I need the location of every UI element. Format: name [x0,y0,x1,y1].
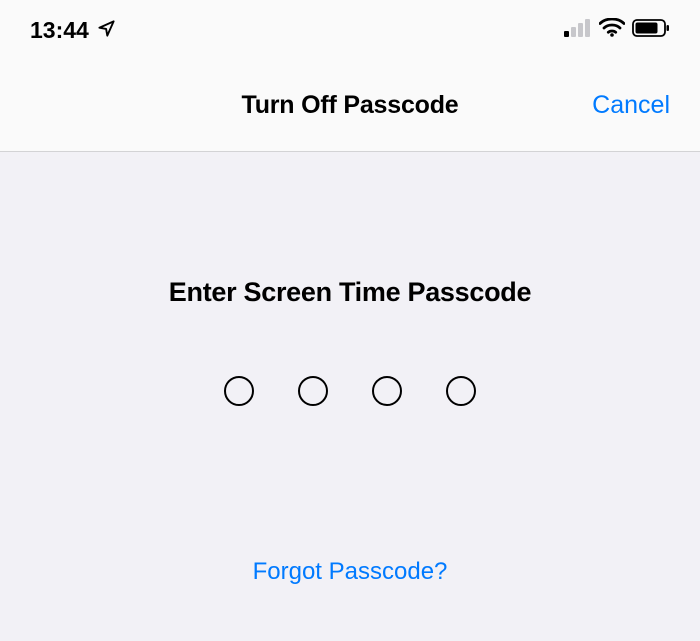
cancel-button[interactable]: Cancel [592,91,670,120]
page-title: Turn Off Passcode [241,91,458,120]
battery-icon [632,19,670,42]
status-time: 13:44 [30,17,89,44]
passcode-dot-3 [372,376,402,406]
passcode-dots[interactable] [0,376,700,406]
signal-icon [564,19,592,42]
status-bar: 13:44 [0,0,700,60]
passcode-dot-4 [446,376,476,406]
forgot-passcode-button[interactable]: Forgot Passcode? [253,558,448,586]
wifi-icon [599,18,625,42]
status-right [564,18,670,42]
location-icon [97,17,116,44]
passcode-dot-2 [298,376,328,406]
passcode-dot-1 [224,376,254,406]
nav-bar: Turn Off Passcode Cancel [0,60,700,152]
content-area: Enter Screen Time Passcode Forgot Passco… [0,152,700,586]
passcode-prompt: Enter Screen Time Passcode [0,277,700,308]
status-left: 13:44 [30,17,116,44]
